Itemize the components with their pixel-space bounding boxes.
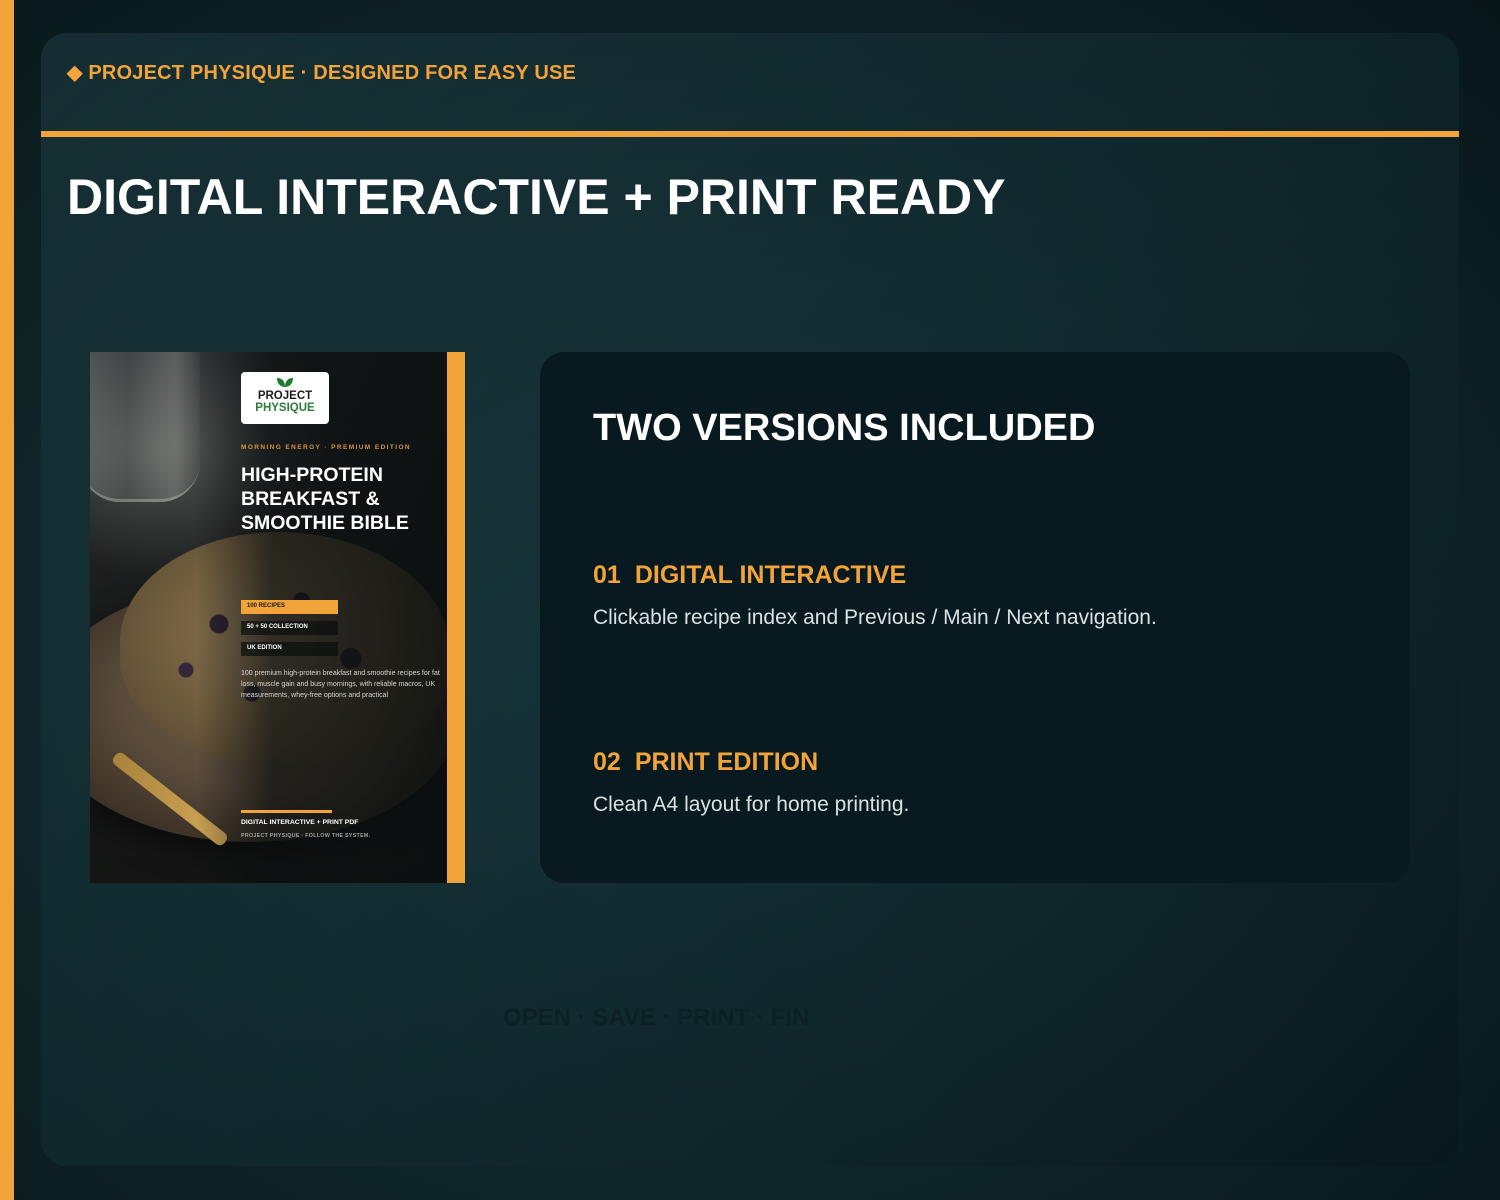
- cover-blurb: 100 premium high-protein breakfast and s…: [241, 670, 440, 699]
- left-accent-bar: [0, 0, 14, 1200]
- cover-tag-recipes: 100 RECIPES: [241, 600, 338, 614]
- logo-line-1: PROJECT: [257, 390, 313, 402]
- cover-footer-line: [241, 810, 332, 813]
- cover-logo: PROJECT PHYSIQUE: [241, 372, 329, 424]
- ghost-caption: OPEN · SAVE · PRINT · FIN: [503, 1004, 810, 1031]
- cover-title: HIGH-PROTEIN BREAKFAST & SMOOTHIE BIBLE: [241, 464, 409, 534]
- feature-1-number: 01: [593, 561, 621, 589]
- cover-brand-footer: PROJECT PHYSIQUE · FOLLOW THE SYSTEM.: [241, 833, 371, 839]
- brand-label: ◆ PROJECT PHYSIQUE · DESIGNED FOR EASY U…: [67, 62, 577, 84]
- content-panel: ◆ PROJECT PHYSIQUE · DESIGNED FOR EASY U…: [41, 33, 1459, 1166]
- feature-2-heading: 02 PRINT EDITION: [593, 748, 818, 777]
- page-title: DIGITAL INTERACTIVE + PRINT READY: [67, 169, 1006, 225]
- cover-kicker: MORNING ENERGY · PREMIUM EDITION: [241, 444, 411, 451]
- logo-line-2: PHYSIQUE: [255, 402, 315, 414]
- cover-logo-text: PROJECT PHYSIQUE: [241, 390, 329, 414]
- cover-glass-photo: [90, 352, 200, 502]
- cover-tag-collection: 50 + 50 COLLECTION: [241, 621, 338, 635]
- cover-format-label: DIGITAL INTERACTIVE + PRINT PDF: [241, 819, 359, 826]
- feature-1-description: Clickable recipe index and Previous / Ma…: [593, 606, 1157, 629]
- feature-1-title: DIGITAL INTERACTIVE: [634, 561, 907, 589]
- card-title: TWO VERSIONS INCLUDED: [593, 407, 1096, 449]
- cover-tag-edition: UK EDITION: [241, 642, 338, 656]
- feature-1-heading: 01 DIGITAL INTERACTIVE: [593, 561, 906, 590]
- feature-2-number: 02: [593, 748, 621, 776]
- versions-card: TWO VERSIONS INCLUDED 01 DIGITAL INTERACT…: [540, 352, 1410, 883]
- leaf-icon: [277, 378, 293, 387]
- cover-accent-stripe: [447, 352, 465, 883]
- feature-2-title: PRINT EDITION: [634, 748, 819, 776]
- header-divider: [41, 131, 1459, 137]
- feature-2-description: Clean A4 layout for home printing.: [593, 793, 910, 816]
- cover-shade: [197, 352, 447, 883]
- book-cover-image: PROJECT PHYSIQUE MORNING ENERGY · PREMIU…: [90, 352, 465, 883]
